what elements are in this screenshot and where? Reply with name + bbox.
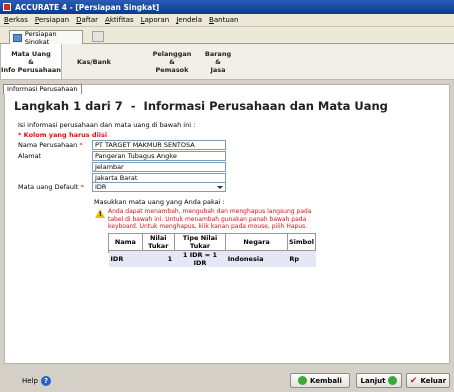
menu-persiapan[interactable]: Persiapan [35, 16, 69, 24]
back-label: Kembali [310, 376, 342, 385]
help-link[interactable]: Help ? [22, 376, 51, 386]
warning-text: Anda dapat menambah, mengubah dan mengha… [108, 208, 312, 230]
column-header-negara[interactable]: Negara [225, 233, 288, 251]
app-icon [3, 3, 11, 11]
next-label: Lanjut [360, 376, 386, 385]
required-star: * [80, 183, 84, 191]
heading-separator: - [130, 99, 136, 113]
warning-icon [95, 209, 105, 218]
exit-label: Keluar [420, 376, 447, 385]
column-header-nama[interactable]: Nama [108, 233, 143, 251]
check-icon: ✔ [409, 375, 418, 386]
menu-laporan[interactable]: Laporan [141, 16, 170, 24]
currency-table[interactable]: Nama Nilai Tukar Tipe Nilai Tukar Negara… [108, 233, 317, 267]
menu-bar: Berkas Persiapan Daftar Aktifitas Lapora… [0, 14, 454, 27]
intro-text: Isi informasi perusahaan dan mata uang d… [18, 121, 196, 129]
required-note: * Kolom yang harus diisi [18, 131, 108, 139]
exit-button[interactable]: ✔ Keluar [406, 373, 450, 388]
menu-berkas[interactable]: Berkas [4, 16, 28, 24]
cell-simbol[interactable]: Rp [287, 250, 316, 267]
cell-nama[interactable]: IDR [108, 250, 143, 267]
chevron-down-icon[interactable] [217, 186, 223, 189]
document-tab-strip: Persiapan Singkat [0, 27, 454, 46]
window-title: ACCURATE 4 - [Persiapan Singkat] [15, 2, 160, 12]
column-header-simbol[interactable]: Simbol [286, 233, 317, 251]
arrow-left-icon [298, 376, 308, 385]
address-label: Alamat [18, 152, 42, 160]
next-button[interactable]: Lanjut [356, 373, 402, 388]
menu-aktifitas[interactable]: Aktifitas [105, 16, 134, 24]
company-name-input[interactable]: PT TARGET MAKMUR SENTOSA [92, 140, 226, 150]
menu-jendela[interactable]: Jendela [176, 16, 202, 24]
required-star: * [79, 141, 83, 149]
help-icon: ? [40, 376, 51, 386]
cell-negara[interactable]: Indonesia [225, 250, 288, 267]
menu-bantuan[interactable]: Bantuan [209, 16, 238, 24]
heading-title: Informasi Perusahaan dan Mata Uang [143, 99, 388, 113]
menu-daftar[interactable]: Daftar [76, 16, 98, 24]
back-button[interactable]: Kembali [290, 373, 350, 388]
help-label: Help [22, 377, 38, 385]
arrow-right-icon [388, 376, 398, 385]
step-pelanggan-pemasok[interactable]: Pelanggan & Pemasok [142, 44, 202, 79]
column-header-nilai-tukar[interactable]: Nilai Tukar [141, 233, 175, 251]
close-tab-button[interactable] [92, 31, 104, 42]
step-kas-bank[interactable]: Kas/Bank [66, 44, 122, 79]
currency-prompt: Masukkan mata uang yang Anda pakai : [94, 198, 225, 206]
cell-nilai-tukar[interactable]: 1 [142, 250, 175, 267]
address-line-2-input[interactable]: Jelambar [92, 162, 226, 172]
doc-tab-persiapan-singkat[interactable]: Persiapan Singkat [9, 30, 83, 46]
default-currency-select[interactable]: IDR [92, 182, 226, 192]
wizard-steps: Mata Uang & Info Perusahaan Kas/Bank Pel… [0, 44, 454, 80]
cell-tipe-nilai-tukar[interactable]: 1 IDR = 1 IDR [174, 250, 226, 267]
section-tab[interactable]: Informasi Perusahaan [3, 84, 82, 94]
table-row[interactable]: IDR 1 1 IDR = 1 IDR Indonesia Rp [108, 250, 316, 267]
step-barang-jasa[interactable]: Barang & Jasa [198, 44, 238, 79]
default-currency-label: Mata uang Default * [18, 183, 84, 191]
default-currency-value: IDR [95, 183, 107, 191]
page-title: Langkah 1 dari 7 - Informasi Perusahaan … [14, 99, 388, 113]
form-icon [13, 33, 22, 42]
column-header-tipe-nilai-tukar[interactable]: Tipe Nilai Tukar [173, 233, 227, 251]
address-line-1-input[interactable]: Pangeran Tubagus Angke [92, 151, 226, 161]
company-name-label: Nama Perusahaan * [18, 141, 83, 149]
step-indicator: Langkah 1 dari 7 [14, 99, 123, 113]
step-mata-uang[interactable]: Mata Uang & Info Perusahaan [0, 44, 62, 79]
title-bar: ACCURATE 4 - [Persiapan Singkat] [0, 0, 454, 14]
